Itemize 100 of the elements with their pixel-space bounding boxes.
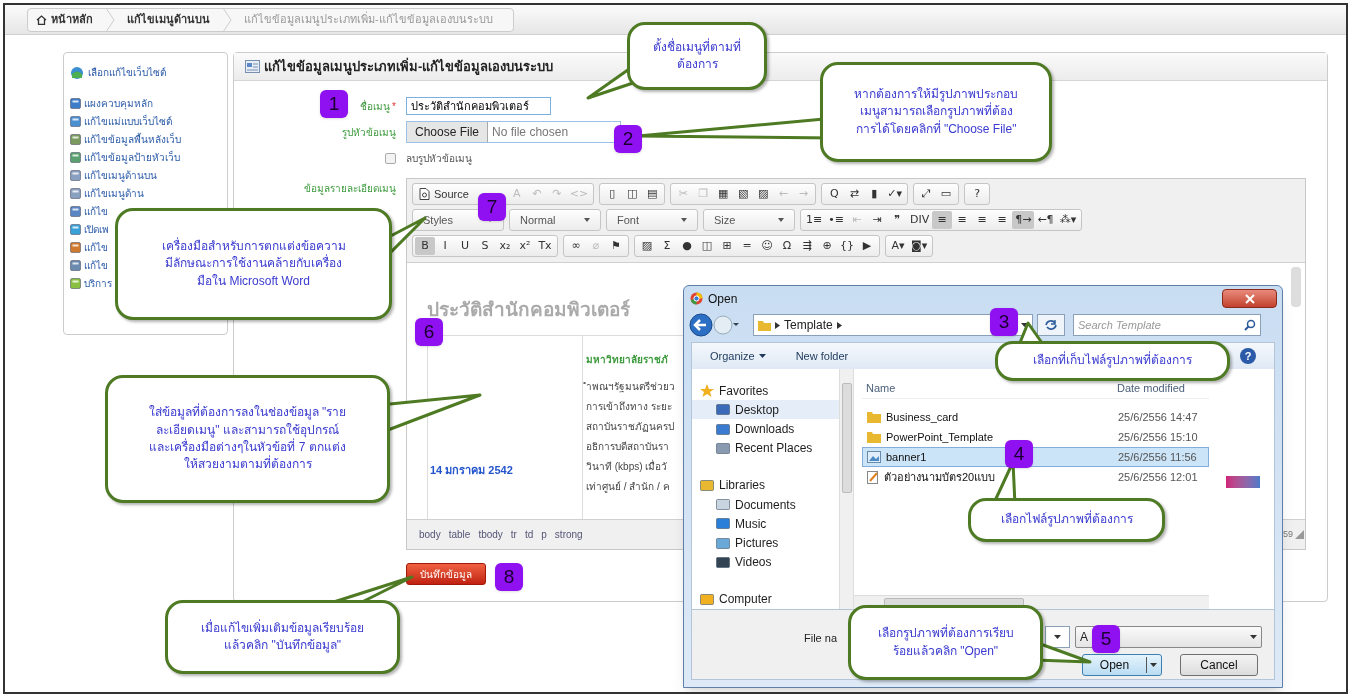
toolbar-button[interactable]: B (415, 237, 435, 255)
toolbar-button[interactable]: ▯ (602, 185, 623, 203)
toolbar-menu-button[interactable]: Organize (710, 347, 766, 365)
toolbar-button[interactable]: x² (515, 237, 535, 255)
toolbar-button[interactable]: ● (677, 237, 697, 255)
file-name-input[interactable] (1045, 626, 1070, 648)
toolbar-button[interactable]: ⊕ (817, 237, 837, 255)
toolbar-button[interactable]: U (455, 237, 475, 255)
element-path-link[interactable]: td (524, 526, 534, 542)
toolbar-button[interactable]: ⊞ (717, 237, 737, 255)
column-header[interactable]: Date modified (1117, 380, 1185, 397)
file-input[interactable]: Choose File No file chosen (406, 121, 621, 143)
toolbar-button[interactable]: {} (837, 237, 857, 255)
toolbar-button[interactable]: ▶ (857, 237, 877, 255)
breadcrumb-link[interactable]: หน้าหลัก (28, 11, 101, 28)
toolbar-button[interactable]: A▾ (888, 237, 908, 255)
toolbar-button[interactable]: ≡ (992, 211, 1013, 229)
nav-item[interactable]: Music (700, 514, 839, 534)
sidebar-title[interactable]: เลือกแก้ไขเว็บไซต์ (88, 65, 166, 80)
element-path-link[interactable]: tbody (478, 526, 503, 542)
toolbar-button[interactable]: Σ (657, 237, 677, 255)
toolbar-button[interactable]: ¶→ (1012, 211, 1035, 229)
nav-item[interactable]: Downloads (700, 419, 839, 439)
toolbar-button[interactable]: ◫ (697, 237, 717, 255)
toolbar-button[interactable]: I (435, 237, 455, 255)
field-label: ข้อมูลรายละเอียดเมนู (304, 182, 396, 196)
toolbar-button[interactable]: ▭ (936, 185, 957, 203)
sidebar-item[interactable]: แผงควบคุมหลัก (84, 95, 153, 111)
nav-item[interactable]: Recent Places (700, 438, 839, 458)
source-button[interactable]: Source (415, 185, 473, 203)
sidebar-item[interactable]: แก้ไข (84, 203, 108, 219)
sidebar-item[interactable]: แก้ไขเมนูด้าน (84, 185, 144, 201)
toolbar-button[interactable]: Q (824, 185, 845, 203)
sidebar-item[interactable]: แก้ไขข้อมูลป้ายหัวเว็บ (84, 149, 180, 165)
toolbar-button[interactable]: DIV (906, 211, 933, 229)
save-button[interactable]: บันทึกข้อมูล (406, 563, 486, 585)
cancel-button[interactable]: Cancel (1180, 654, 1258, 676)
sidebar-item[interactable]: แก้ไขเมนูด้านบน (84, 167, 157, 183)
toolbar-button[interactable]: ←¶ (1034, 211, 1057, 229)
toolbar-button[interactable]: ═ (737, 237, 757, 255)
toolbar-button[interactable]: ▤ (642, 185, 663, 203)
chevron-icon (775, 321, 780, 329)
element-path-link[interactable]: strong (554, 526, 583, 542)
sidebar-item[interactable]: แก้ไข (84, 239, 108, 255)
toolbar-button[interactable]: ⁂▾ (1056, 211, 1080, 229)
toolbar-button[interactable]: ❞ (886, 211, 907, 229)
breadcrumb-link[interactable]: แก้ไขเมนูด้านบน (119, 11, 218, 28)
sidebar-item[interactable]: เปิดเพ (84, 221, 109, 237)
element-path-link[interactable]: body (419, 526, 441, 542)
toolbar-button[interactable]: ⇥ (866, 211, 887, 229)
nav-item[interactable]: Libraries (700, 475, 839, 495)
element-path-link[interactable]: table (448, 526, 471, 542)
toolbar-button[interactable]: ∞ (566, 237, 586, 255)
toolbar-button[interactable]: S (475, 237, 495, 255)
nav-item[interactable]: Desktop (692, 400, 839, 420)
sidebar-item[interactable]: แก้ไขแม่แบบเว็บไซต์ (84, 113, 172, 129)
toolbar-button[interactable]: •≡ (825, 211, 847, 229)
toolbar-button[interactable]: ☺ (757, 237, 777, 255)
file-row[interactable]: Business_card 25/6/2556 14:47 (862, 407, 1209, 427)
nav-item[interactable]: Computer (700, 589, 839, 609)
checkbox[interactable] (385, 153, 396, 164)
nav-item[interactable]: Pictures (700, 533, 839, 553)
toolbar-button[interactable]: Ω (777, 237, 797, 255)
nav-item[interactable]: Videos (700, 552, 839, 572)
toolbar-button[interactable]: ▧ (733, 185, 754, 203)
sidebar-item[interactable]: แก้ไขข้อมูลพื้นหลังเว็บ (84, 131, 181, 147)
path-segment[interactable]: Template (784, 316, 833, 334)
toolbar-button[interactable]: 1≡ (803, 211, 826, 229)
sidebar-item[interactable]: บริการ (84, 275, 112, 291)
toolbar-button[interactable]: ⇶ (797, 237, 817, 255)
toolbar-button[interactable]: ≡ (972, 211, 993, 229)
annotation-callout: เลือกรูปภาพที่ต้องการเรียบ ร้อยแล้วคลิก "Open" (848, 605, 1043, 680)
toolbar-button[interactable]: x₂ (495, 237, 515, 255)
toolbar-button[interactable]: ✓▾ (884, 185, 906, 203)
toolbar-button[interactable]: ◫ (622, 185, 643, 203)
element-path-link[interactable]: tr (510, 526, 517, 542)
toolbar-button[interactable]: Tx (535, 237, 555, 255)
help-button[interactable]: ? (1240, 348, 1256, 364)
toolbar-button[interactable]: ▨ (753, 185, 774, 203)
toolbar-button[interactable]: ≡ (952, 211, 973, 229)
sidebar-item[interactable]: แก้ไข (84, 257, 108, 273)
nav-item[interactable]: Documents (700, 495, 839, 515)
field-label: File na (804, 631, 838, 646)
column-header[interactable]: Name (862, 380, 1117, 397)
toolbar-button[interactable]: ⇄ (844, 185, 865, 203)
toolbar-button[interactable]: ≡ (932, 211, 953, 229)
toolbar-button[interactable]: ▦ (713, 185, 734, 203)
menu-name-input[interactable]: ประวัติสำนักคอมพิวเตอร์ (406, 97, 551, 115)
nav-item[interactable]: Favorites (700, 381, 839, 401)
toolbar-button[interactable]: ▮ (864, 185, 885, 203)
open-button[interactable]: Open (1082, 654, 1162, 676)
toolbar-button[interactable]: ⤢ (916, 185, 937, 203)
element-path-link[interactable]: p (541, 526, 547, 542)
close-button[interactable] (1222, 289, 1277, 308)
file-row[interactable]: ตัวอย่างนามบัตร20แบบ 25/6/2556 12:01 (862, 467, 1209, 487)
toolbar-menu-button[interactable]: New folder (795, 347, 849, 365)
refresh-button[interactable] (1037, 314, 1065, 336)
toolbar-button[interactable]: ⚑ (606, 237, 626, 255)
toolbar-button[interactable]: ◙▾ (908, 237, 931, 255)
toolbar-button[interactable]: ▨ (637, 237, 657, 255)
